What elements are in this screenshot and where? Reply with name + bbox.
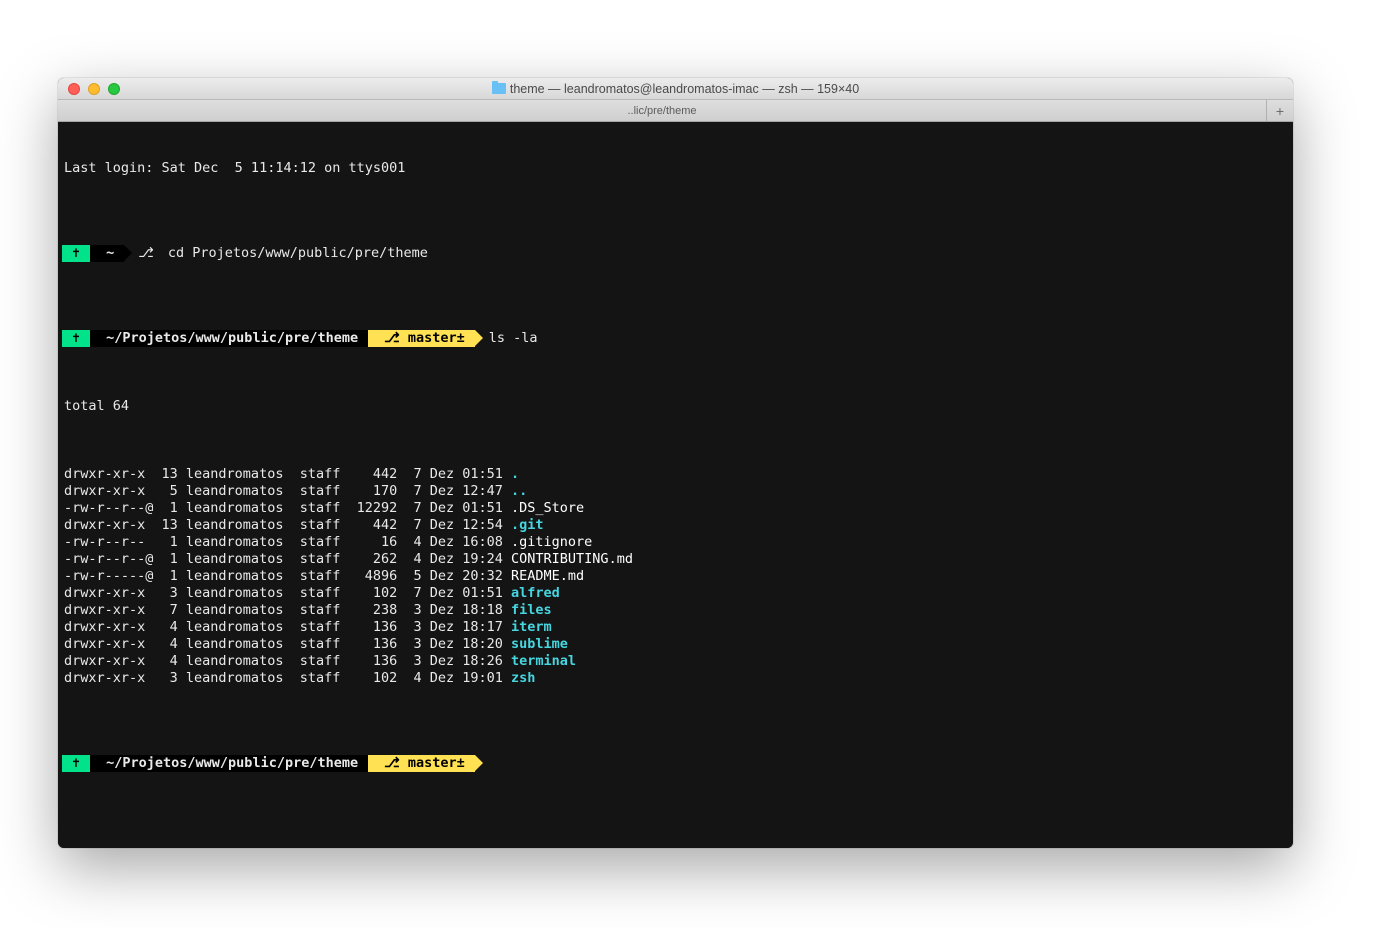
ls-row: drwxr-xr-x 5 leandromatos staff 170 7 De… bbox=[62, 483, 1289, 500]
ls-row: -rw-r-----@ 1 leandromatos staff 4896 5 … bbox=[62, 568, 1289, 585]
ls-filename: .DS_Store bbox=[511, 500, 584, 517]
path-segment: ~/Projetos/www/public/pre/theme bbox=[90, 755, 368, 772]
terminal-body[interactable]: Last login: Sat Dec 5 11:14:12 on ttys00… bbox=[58, 122, 1293, 848]
titlebar: theme — leandromatos@leandromatos-imac —… bbox=[58, 78, 1293, 100]
cross-icon: ✝ bbox=[72, 330, 80, 347]
ls-row: drwxr-xr-x 13 leandromatos staff 442 7 D… bbox=[62, 466, 1289, 483]
ls-filename: sublime bbox=[511, 636, 568, 653]
new-tab-button[interactable]: + bbox=[1267, 100, 1293, 121]
ls-row: -rw-r--r-- 1 leandromatos staff 16 4 Dez… bbox=[62, 534, 1289, 551]
ls-meta: drwxr-xr-x 4 leandromatos staff 136 3 De… bbox=[62, 619, 511, 636]
total-line: total 64 bbox=[62, 398, 129, 415]
path-segment: ~/Projetos/www/public/pre/theme bbox=[90, 330, 368, 347]
ls-filename: CONTRIBUTING.md bbox=[511, 551, 633, 568]
ls-filename: alfred bbox=[511, 585, 560, 602]
ls-filename: iterm bbox=[511, 619, 552, 636]
ls-filename: README.md bbox=[511, 568, 584, 585]
cross-icon: ✝ bbox=[72, 245, 80, 262]
terminal-window: theme — leandromatos@leandromatos-imac —… bbox=[58, 78, 1293, 848]
prompt-line-1: ✝ ~ ⎇ cd Projetos/www/public/pre/theme bbox=[62, 245, 1289, 262]
ls-filename: zsh bbox=[511, 670, 535, 687]
ls-row: drwxr-xr-x 4 leandromatos staff 136 3 De… bbox=[62, 619, 1289, 636]
ls-filename: .gitignore bbox=[511, 534, 592, 551]
path-segment: ~ bbox=[90, 245, 124, 262]
prompt-line-3: ✝ ~/Projetos/www/public/pre/theme ⎇ mast… bbox=[62, 755, 1289, 772]
ls-row: -rw-r--r--@ 1 leandromatos staff 12292 7… bbox=[62, 500, 1289, 517]
window-title-text: theme — leandromatos@leandromatos-imac —… bbox=[510, 82, 859, 96]
ls-filename: files bbox=[511, 602, 552, 619]
status-segment: ✝ bbox=[62, 245, 90, 262]
zoom-button[interactable] bbox=[108, 83, 120, 95]
ls-meta: -rw-r--r--@ 1 leandromatos staff 12292 7… bbox=[62, 500, 511, 517]
ls-meta: drwxr-xr-x 5 leandromatos staff 170 7 De… bbox=[62, 483, 511, 500]
ls-filename: terminal bbox=[511, 653, 576, 670]
status-segment: ✝ bbox=[62, 755, 90, 772]
ls-output: drwxr-xr-x 13 leandromatos staff 442 7 D… bbox=[62, 466, 1289, 687]
ls-meta: drwxr-xr-x 13 leandromatos staff 442 7 D… bbox=[62, 466, 511, 483]
ls-meta: drwxr-xr-x 7 leandromatos staff 238 3 De… bbox=[62, 602, 511, 619]
folder-icon bbox=[492, 83, 506, 94]
command-text: ls -la bbox=[475, 330, 538, 347]
tab-theme[interactable]: ..lic/pre/theme bbox=[58, 100, 1267, 121]
ls-meta: -rw-r--r-- 1 leandromatos staff 16 4 Dez… bbox=[62, 534, 511, 551]
traffic-lights bbox=[58, 83, 120, 95]
branch-icon: ⎇ bbox=[384, 330, 400, 347]
ls-row: drwxr-xr-x 4 leandromatos staff 136 3 De… bbox=[62, 636, 1289, 653]
ls-meta: drwxr-xr-x 3 leandromatos staff 102 4 De… bbox=[62, 670, 511, 687]
status-segment: ✝ bbox=[62, 330, 90, 347]
last-login: Last login: Sat Dec 5 11:14:12 on ttys00… bbox=[62, 160, 405, 177]
ls-row: drwxr-xr-x 13 leandromatos staff 442 7 D… bbox=[62, 517, 1289, 534]
ls-row: drwxr-xr-x 7 leandromatos staff 238 3 De… bbox=[62, 602, 1289, 619]
ls-filename: . bbox=[511, 466, 519, 483]
ls-meta: drwxr-xr-x 3 leandromatos staff 102 7 De… bbox=[62, 585, 511, 602]
minimize-button[interactable] bbox=[88, 83, 100, 95]
branch-icon: ⎇ bbox=[384, 755, 400, 772]
ls-row: drwxr-xr-x 3 leandromatos staff 102 4 De… bbox=[62, 670, 1289, 687]
cross-icon: ✝ bbox=[72, 755, 80, 772]
ls-meta: -rw-r--r--@ 1 leandromatos staff 262 4 D… bbox=[62, 551, 511, 568]
prompt-line-2: ✝ ~/Projetos/www/public/pre/theme ⎇ mast… bbox=[62, 330, 1289, 347]
window-title: theme — leandromatos@leandromatos-imac —… bbox=[58, 82, 1293, 96]
close-button[interactable] bbox=[68, 83, 80, 95]
branch-segment: ⎇ master± bbox=[368, 755, 475, 772]
command-text: cd Projetos/www/public/pre/theme bbox=[154, 245, 428, 262]
ls-meta: -rw-r-----@ 1 leandromatos staff 4896 5 … bbox=[62, 568, 511, 585]
ls-meta: drwxr-xr-x 4 leandromatos staff 136 3 De… bbox=[62, 653, 511, 670]
branch-segment: ⎇ master± bbox=[368, 330, 475, 347]
ls-row: drwxr-xr-x 3 leandromatos staff 102 7 De… bbox=[62, 585, 1289, 602]
ls-meta: drwxr-xr-x 13 leandromatos staff 442 7 D… bbox=[62, 517, 511, 534]
ls-row: -rw-r--r--@ 1 leandromatos staff 262 4 D… bbox=[62, 551, 1289, 568]
ls-filename: .git bbox=[511, 517, 544, 534]
tab-bar: ..lic/pre/theme + bbox=[58, 100, 1293, 122]
ls-meta: drwxr-xr-x 4 leandromatos staff 136 3 De… bbox=[62, 636, 511, 653]
ls-filename: .. bbox=[511, 483, 527, 500]
ls-row: drwxr-xr-x 4 leandromatos staff 136 3 De… bbox=[62, 653, 1289, 670]
